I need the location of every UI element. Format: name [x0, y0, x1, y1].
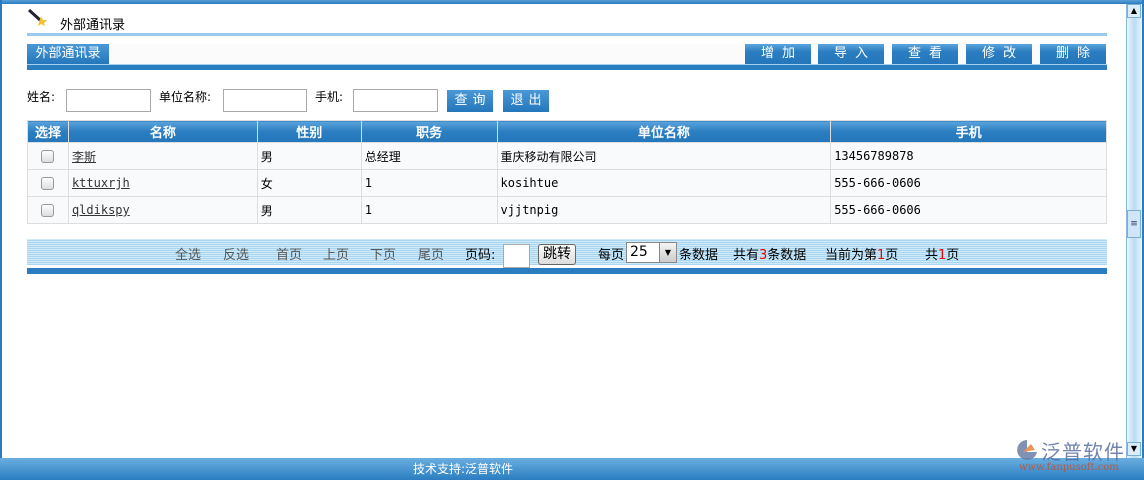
- row-checkbox[interactable]: [41, 150, 55, 163]
- table-row: 李斯 男 总经理 重庆移动有限公司 13456789878: [27, 142, 1107, 170]
- current-page: 当前为第1页: [825, 244, 898, 263]
- next-page-link[interactable]: 下页: [370, 244, 396, 263]
- pages-suffix: 页: [946, 248, 960, 263]
- tab-external-contacts[interactable]: 外部通讯录: [27, 44, 109, 64]
- edit-button[interactable]: 修改: [966, 44, 1032, 64]
- gender-cell: 女: [256, 169, 362, 197]
- table-header: 选择 名称 性别 职务 单位名称 手机: [27, 120, 1107, 143]
- total-prefix: 共有: [733, 248, 760, 263]
- gender-cell: 男: [256, 142, 362, 170]
- per-page-suffix: 条数据: [679, 248, 719, 263]
- col-unit: 单位名称: [496, 120, 832, 143]
- position-cell: 总经理: [360, 142, 498, 170]
- total-pages: 共1页: [925, 244, 959, 263]
- first-page-link[interactable]: 首页: [276, 244, 302, 263]
- total-suffix: 条数据: [767, 248, 807, 263]
- position-cell: 1: [360, 196, 498, 224]
- pager: 全选 反选 首页 上页 下页 尾页 页码: 跳转 每页 25 ▼ 条数据 共有3条…: [27, 239, 1107, 268]
- total-records: 共有3条数据: [733, 244, 806, 263]
- name-label: 姓名:: [27, 90, 56, 104]
- phone-label: 手机:: [315, 90, 344, 104]
- pages-prefix: 共: [925, 248, 939, 263]
- view-button[interactable]: 查看: [892, 44, 958, 64]
- col-name: 名称: [67, 120, 258, 143]
- scrollbar-thumb[interactable]: ≡: [1127, 210, 1141, 238]
- table-row: kttuxrjh 女 1 kosihtue 555-666-0606: [27, 169, 1107, 197]
- jump-button[interactable]: 跳转: [538, 244, 576, 265]
- fanpu-logo: 泛普软件 www.fanpusoft.com: [1015, 436, 1140, 476]
- col-position: 职务: [360, 120, 498, 143]
- current-prefix: 当前为第: [825, 248, 878, 263]
- page-number-input[interactable]: [503, 244, 530, 268]
- invert-selection-link[interactable]: 反选: [223, 244, 249, 263]
- current-suffix: 页: [885, 248, 899, 263]
- logo-text: 泛普软件: [1041, 440, 1125, 464]
- per-page-select[interactable]: 25 ▼: [626, 242, 677, 263]
- prev-page-link[interactable]: 上页: [323, 244, 349, 263]
- unit-label: 单位名称:: [159, 90, 212, 104]
- gender-cell: 男: [256, 196, 362, 224]
- logo-mark-icon: [1017, 440, 1037, 460]
- row-checkbox[interactable]: [41, 177, 55, 190]
- position-cell: 1: [360, 169, 498, 197]
- unit-cell: 重庆移动有限公司: [496, 142, 832, 170]
- phone-cell: 555-666-0606: [830, 196, 1107, 224]
- phone-cell: 13456789878: [830, 142, 1107, 170]
- unit-input[interactable]: [223, 89, 307, 112]
- table-row: qldikspy 男 1 vjjtnpig 555-666-0606: [27, 196, 1107, 224]
- page-number-label: 页码:: [465, 248, 496, 263]
- pager-bar: [27, 268, 1107, 274]
- col-gender: 性别: [256, 120, 362, 143]
- select-all-link[interactable]: 全选: [175, 244, 201, 263]
- query-button[interactable]: 查询: [447, 90, 493, 112]
- footer-text: 技术支持:泛普软件: [413, 462, 514, 476]
- per-page-label: 每页: [598, 248, 625, 263]
- footer: 技术支持:泛普软件: [0, 458, 1144, 480]
- divider: [27, 33, 1107, 36]
- contact-name-link[interactable]: 李斯: [72, 150, 96, 164]
- unit-cell: vjjtnpig: [496, 196, 832, 224]
- phone-input[interactable]: [353, 89, 438, 112]
- name-input[interactable]: [66, 89, 151, 112]
- contact-name-link[interactable]: qldikspy: [72, 203, 130, 217]
- wand-icon: [27, 8, 47, 26]
- frame-left: [0, 0, 2, 460]
- logo-url: www.fanpusoft.com: [1019, 462, 1119, 473]
- exit-button[interactable]: 退出: [503, 90, 549, 112]
- per-page-value: 25: [630, 244, 648, 260]
- toolbar-bar: [27, 64, 1107, 70]
- add-button[interactable]: 增加: [745, 44, 811, 64]
- dropdown-arrow-icon[interactable]: ▼: [659, 243, 676, 262]
- scroll-up-button[interactable]: ▲: [1127, 4, 1141, 18]
- top-border: [0, 0, 1144, 4]
- row-checkbox[interactable]: [41, 204, 55, 217]
- col-phone: 手机: [830, 120, 1107, 143]
- col-select: 选择: [27, 120, 69, 143]
- contact-name-link[interactable]: kttuxrjh: [72, 176, 130, 190]
- page-title: 外部通讯录: [60, 18, 126, 33]
- phone-cell: 555-666-0606: [830, 169, 1107, 197]
- contacts-table: 选择 名称 性别 职务 单位名称 手机 李斯 男 总经理 重庆移动有限公司 13…: [27, 120, 1107, 224]
- unit-cell: kosihtue: [496, 169, 832, 197]
- import-button[interactable]: 导入: [818, 44, 884, 64]
- delete-button[interactable]: 删除: [1040, 44, 1106, 64]
- last-page-link[interactable]: 尾页: [418, 244, 444, 263]
